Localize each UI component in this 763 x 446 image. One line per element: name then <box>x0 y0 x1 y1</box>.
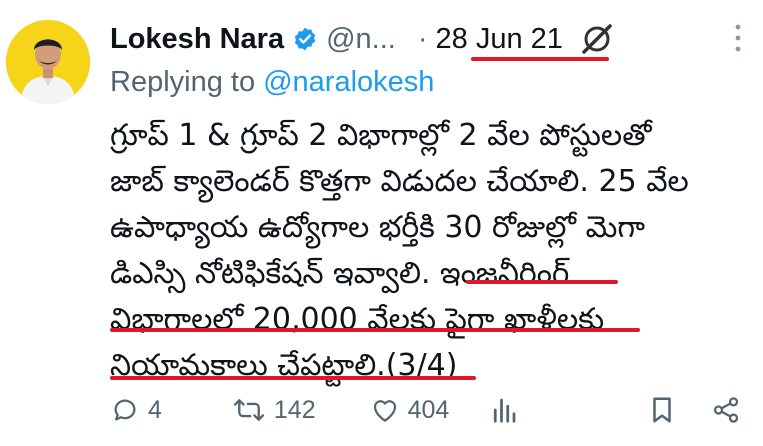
tweet-text-line: డిఎస్సి నోటిఫికేషన్ ఇవ్వాలి. ఇంజనీరింగ్ <box>110 256 570 291</box>
bookmark-button[interactable] <box>649 395 675 425</box>
views-icon <box>491 395 517 425</box>
like-button[interactable]: 404 <box>370 395 450 425</box>
share-icon <box>711 395 741 425</box>
bookmark-icon <box>649 395 675 425</box>
tweet-text-line: నియామకాలు చేపట్టాలి.(3/4) <box>110 348 458 383</box>
action-bar: 4 142 404 <box>110 388 741 432</box>
author-name[interactable]: Lokesh Nara <box>110 23 284 56</box>
tweet-text: గ్రూప్ 1 & గ్రూప్ 2 విభాగాల్లో 2 వేల పోస… <box>110 113 750 389</box>
annotation-underline <box>110 328 640 332</box>
reply-mention-link[interactable]: @naralokesh <box>263 66 434 98</box>
more-icon[interactable] <box>733 22 743 54</box>
like-count: 404 <box>407 395 450 424</box>
like-icon <box>370 395 400 425</box>
retweet-icon <box>232 395 266 425</box>
reply-button[interactable]: 4 <box>110 395 162 425</box>
avatar[interactable] <box>6 20 90 104</box>
author-handle[interactable]: @n... <box>326 23 396 56</box>
avatar-portrait <box>6 20 90 104</box>
grok-icon[interactable] <box>579 21 615 57</box>
verified-badge-icon <box>292 26 318 52</box>
tweet-text-line: ఉపాధ్యాయ ఉద్యోగాల భర్తీకి 30 రోజుల్లో మె… <box>110 210 645 245</box>
annotation-underline <box>110 376 476 380</box>
retweet-count: 142 <box>273 395 316 424</box>
annotation-underline <box>466 280 618 284</box>
date-underline <box>471 57 609 61</box>
retweet-button[interactable]: 142 <box>232 395 316 425</box>
reply-prefix: Replying to <box>110 66 256 98</box>
share-button[interactable] <box>711 395 741 425</box>
reply-count: 4 <box>148 395 162 424</box>
tweet-text-line: విభాగాలలో 20,000 వేలకు పైగా ఖాళీలకు <box>110 302 605 337</box>
views-button[interactable] <box>491 395 517 425</box>
separator-dot: · <box>417 22 428 55</box>
tweet-text-line: గ్రూప్ 1 & గ్రూప్ 2 విభాగాల్లో 2 వేల పోస… <box>110 118 652 153</box>
replying-to: Replying to @naralokesh <box>110 66 434 99</box>
reply-icon <box>110 395 140 425</box>
tweet-header: Lokesh Nara @n... · 28 Jun 21 <box>110 18 743 60</box>
tweet-date[interactable]: 28 Jun 21 <box>436 23 563 56</box>
tweet-text-line: జాబ్ క్యాలెండర్ కొత్తగా విడుదల చేయాలి. 2… <box>110 164 689 199</box>
